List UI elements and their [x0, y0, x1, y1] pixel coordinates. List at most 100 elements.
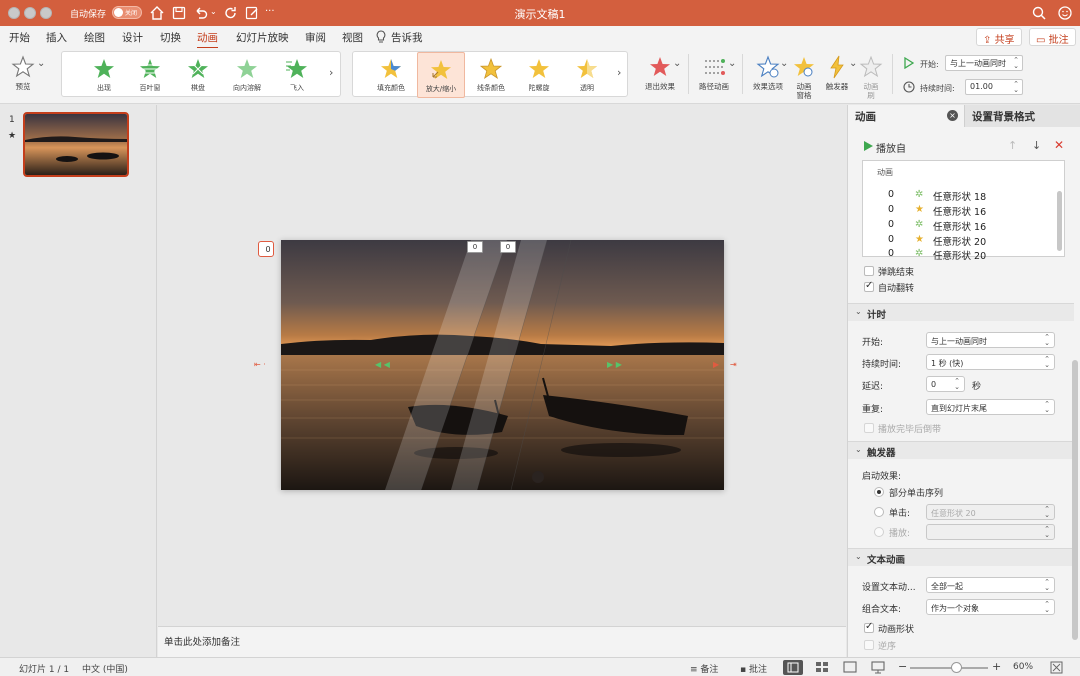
trigger-play-select[interactable]: ⌃ ⌄: [926, 524, 1055, 540]
trigger-click-select[interactable]: 任意形状 20 ⌃ ⌄: [926, 504, 1055, 520]
zoom-level[interactable]: 60%: [1013, 662, 1033, 672]
tab-view[interactable]: 视图: [342, 30, 363, 45]
duration-stepper[interactable]: 01.00 ⌃ ⌄: [965, 79, 1023, 95]
pane-tab-animation[interactable]: 动画: [855, 105, 876, 127]
notes-toggle[interactable]: ≡ 备注: [690, 662, 718, 675]
start-select[interactable]: 与上一动画同时 ⌃ ⌄: [945, 55, 1023, 71]
timing-repeat-select[interactable]: 直到幻灯片末尾 ⌃ ⌄: [926, 399, 1055, 415]
dissolve-star-icon: [237, 59, 257, 78]
list-scrollbar[interactable]: [1057, 191, 1062, 251]
animation-pane-button[interactable]: 动画 窗格: [790, 52, 818, 100]
effect-blinds[interactable]: 百叶窗: [130, 52, 170, 98]
slideshow-icon[interactable]: [871, 661, 885, 674]
effect-spin[interactable]: 陀螺旋: [519, 52, 559, 98]
timing-duration-select[interactable]: 1 秒 (快) ⌃ ⌄: [926, 354, 1055, 370]
tab-draw[interactable]: 绘图: [84, 30, 105, 45]
trigger-sequence-radio[interactable]: [874, 487, 884, 497]
timing-section-header[interactable]: ⌄ 计时: [848, 303, 1074, 321]
zoom-slider-knob[interactable]: [951, 662, 963, 673]
slide-sorter-icon[interactable]: [815, 661, 829, 674]
close-icon[interactable]: ×: [947, 110, 958, 121]
preview-button[interactable]: 预览: [6, 52, 40, 100]
tab-home[interactable]: 开始: [9, 30, 30, 45]
preview-label: 预览: [15, 82, 31, 91]
exit-effects-button[interactable]: 退出效果: [643, 52, 677, 100]
group-text-select[interactable]: 作为一个对象 ⌃ ⌄: [926, 599, 1055, 615]
comment-icon: ▪: [740, 665, 749, 675]
list-item[interactable]: 0 ★ 任意形状 20: [863, 233, 1053, 248]
timing-delay-unit: 秒: [972, 382, 982, 392]
tab-design[interactable]: 设计: [122, 30, 143, 45]
play-from-button[interactable]: 播放自: [876, 140, 906, 155]
rewind-checkbox[interactable]: [864, 423, 874, 433]
exit-dropdown-icon[interactable]: ⌄: [673, 58, 681, 69]
animation-order-tag[interactable]: 0: [258, 241, 274, 257]
bounce-end-checkbox[interactable]: [864, 266, 874, 276]
emphasis-gallery-more-icon[interactable]: ›: [617, 66, 621, 79]
trigger-click-radio[interactable]: [874, 507, 884, 517]
pane-scrollbar[interactable]: [1072, 360, 1078, 640]
list-item[interactable]: 0 ✲ 任意形状 16: [863, 218, 1053, 233]
set-text-select[interactable]: 全部一起 ⌃ ⌄: [926, 577, 1055, 593]
effect-dissolve-in[interactable]: 向内溶解: [226, 52, 268, 98]
list-item[interactable]: 0 ★ 任意形状 16: [863, 203, 1053, 218]
trigger-play-radio[interactable]: [874, 527, 884, 537]
fit-to-window-icon[interactable]: [1050, 661, 1063, 674]
effect-options-dropdown-icon[interactable]: ⌄: [780, 58, 788, 69]
animation-painter-button[interactable]: 动画 刷: [857, 52, 885, 100]
effect-fly-in[interactable]: 飞入: [277, 52, 317, 98]
effect-grow-shrink[interactable]: 放大/缩小: [417, 52, 465, 98]
auto-reverse-checkbox[interactable]: [864, 280, 874, 292]
play-icon[interactable]: [864, 141, 873, 151]
list-item[interactable]: 0 ✲ 任意形状 18: [863, 188, 1053, 203]
entrance-gallery-more-icon[interactable]: ›: [329, 66, 333, 79]
share-button[interactable]: ⇪ 共享: [976, 28, 1022, 46]
list-item[interactable]: 0 ✲ 任意形状 20: [863, 247, 1053, 262]
zoom-in-icon[interactable]: +: [992, 660, 1001, 673]
pane-tab-background-format[interactable]: 设置背景格式: [964, 105, 1080, 127]
slide-thumbnail[interactable]: [23, 112, 129, 177]
tab-transitions[interactable]: 切换: [160, 30, 181, 45]
tab-insert[interactable]: 插入: [46, 30, 67, 45]
comments-toggle[interactable]: ▪ 批注: [740, 662, 767, 675]
comments-button[interactable]: ▭ 批注: [1029, 28, 1076, 46]
tell-me-search[interactable]: 告诉我: [391, 30, 423, 45]
zoom-slider-track[interactable]: [910, 667, 988, 669]
tab-animations[interactable]: 动画: [197, 30, 218, 49]
move-up-icon[interactable]: ↑: [1008, 139, 1017, 152]
reverse-order-checkbox[interactable]: [864, 640, 874, 650]
timing-delay-stepper[interactable]: 0 ⌃ ⌄: [926, 376, 965, 392]
zoom-out-icon[interactable]: −: [898, 660, 907, 673]
red-star-icon: [650, 57, 670, 76]
motion-paths-button[interactable]: 路径动画: [697, 52, 731, 100]
notes-placeholder: 单击此处添加备注: [164, 637, 241, 648]
motion-paths-dropdown-icon[interactable]: ⌄: [728, 58, 736, 69]
tab-review[interactable]: 审阅: [305, 30, 326, 45]
text-animation-section-header[interactable]: ⌄ 文本动画: [848, 548, 1074, 566]
notes-pane[interactable]: 单击此处添加备注: [158, 626, 846, 657]
triggers-section-header[interactable]: ⌄ 触发器: [848, 441, 1074, 459]
effect-transparency[interactable]: 透明: [567, 52, 607, 98]
slide-canvas[interactable]: [281, 240, 724, 490]
trigger-button[interactable]: 触发器: [822, 52, 852, 100]
slide-counter: 幻灯片 1 / 1: [19, 665, 70, 675]
animation-order-tag[interactable]: 0: [467, 241, 483, 253]
effect-spin-label: 陀螺旋: [528, 84, 550, 92]
language-indicator[interactable]: 中文 (中国): [82, 662, 128, 675]
reading-view-icon[interactable]: [843, 661, 857, 674]
normal-view-icon: [787, 662, 799, 673]
effect-fill-color[interactable]: 填充颜色: [371, 52, 411, 98]
move-down-icon[interactable]: ↓: [1032, 139, 1041, 152]
tab-slideshow[interactable]: 幻灯片放映: [236, 30, 289, 45]
effect-checkerboard[interactable]: 棋盘: [178, 52, 218, 98]
smiley-icon[interactable]: [1056, 4, 1074, 22]
effect-line-color[interactable]: 线条颜色: [471, 52, 511, 98]
timing-start-select[interactable]: 与上一动画同时 ⌃ ⌄: [926, 332, 1055, 348]
animate-shape-checkbox[interactable]: [864, 621, 874, 633]
normal-view-button[interactable]: [783, 660, 803, 675]
search-icon[interactable]: [1030, 4, 1048, 22]
effect-appear[interactable]: 出现: [84, 52, 124, 98]
remove-animation-icon[interactable]: ✕: [1054, 138, 1064, 152]
preview-dropdown-icon[interactable]: ⌄: [37, 58, 45, 69]
animation-order-tag[interactable]: 0: [500, 241, 516, 253]
